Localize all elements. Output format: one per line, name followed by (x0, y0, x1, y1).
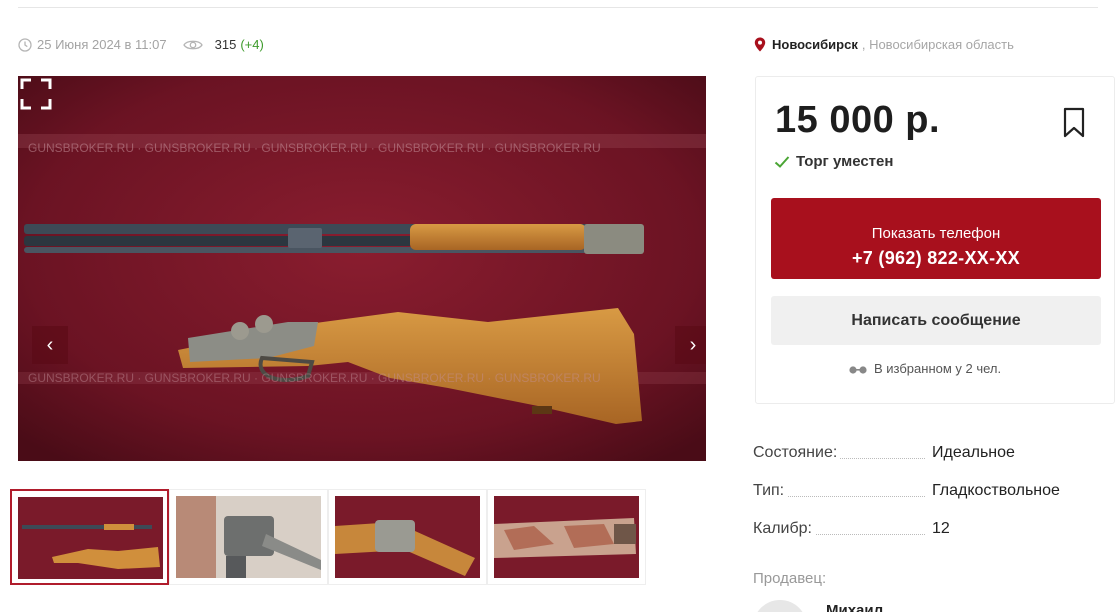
check-icon (774, 155, 790, 168)
spec-value: Гладкоствольное (932, 482, 1060, 499)
favorites-info: В избранном у 2 чел. (848, 361, 1001, 376)
write-message-button[interactable]: Написать сообщение (771, 296, 1101, 345)
thumbnail-image (18, 497, 163, 579)
main-photo[interactable]: GUNSBROKER.RU · GUNSBROKER.RU · GUNSBROK… (18, 76, 706, 461)
spec-value: Идеальное (932, 444, 1015, 461)
thumbnail-image (494, 496, 639, 578)
seller-name[interactable]: Михаил (826, 602, 883, 612)
thumbnail-strip (10, 489, 646, 585)
top-divider (18, 7, 1098, 8)
gallery-prev-button[interactable]: ‹ (32, 326, 68, 364)
location-pin-icon (754, 37, 766, 52)
thumbnail-2[interactable] (169, 489, 328, 585)
gallery-next-button[interactable]: › (675, 326, 706, 364)
location: Новосибирск , Новосибирская область (754, 37, 1014, 52)
spec-key: Тип: (753, 482, 788, 500)
show-phone-button[interactable]: Показать телефон +7 (962) 822-XX-XX (771, 198, 1101, 279)
thumbnail-3[interactable] (328, 489, 487, 585)
favorites-label: В избранном у 2 чел. (874, 361, 1002, 376)
haggle-note: Торг уместен (774, 153, 893, 170)
spec-row-condition: Состояние: Идеальное (753, 440, 1093, 478)
posted-date: 25 Июня 2024 в 11:07 (37, 37, 167, 52)
spec-value: 12 (932, 520, 950, 537)
shotgun-photo: GUNSBROKER.RU · GUNSBROKER.RU · GUNSBROK… (18, 76, 706, 461)
thumbnail-1[interactable] (10, 489, 169, 585)
avatar[interactable] (753, 600, 807, 612)
show-phone-label: Показать телефон (871, 224, 1001, 242)
price: 15 000 р. (775, 99, 941, 141)
thumbnail-image (335, 496, 480, 578)
phone-number: +7 (962) 822-XX-XX (852, 247, 1020, 268)
location-region: , Новосибирская область (861, 37, 1014, 52)
specs-list: Состояние: Идеальное Тип: Гладкоствольно… (753, 440, 1093, 554)
offer-card: 15 000 р. Торг уместен Показать телефон … (755, 76, 1115, 404)
chevron-right-icon: › (689, 333, 697, 356)
thumbnail-4[interactable] (487, 489, 646, 585)
chevron-left-icon: ‹ (46, 333, 54, 356)
views-delta: (+4) (240, 37, 264, 52)
location-city[interactable]: Новосибирск (772, 37, 858, 52)
spec-key: Состояние: (753, 444, 841, 462)
eye-icon (182, 40, 203, 49)
listing-meta: 25 Июня 2024 в 11:07 315 (+4) (18, 37, 264, 52)
glasses-icon (849, 365, 867, 374)
clock-icon (18, 37, 32, 52)
spec-row-caliber: Калибр: 12 (753, 516, 1093, 554)
fullscreen-icon[interactable] (18, 76, 54, 112)
seller-label: Продавец: (753, 570, 827, 587)
bookmark-icon[interactable] (1062, 107, 1086, 139)
svg-text:GUNSBROKER.RU · GUNSBROKER.RU: GUNSBROKER.RU · GUNSBROKER.RU · GUNSBROK… (28, 371, 601, 385)
svg-text:GUNSBROKER.RU · GUNSBROKER.RU: GUNSBROKER.RU · GUNSBROKER.RU · GUNSBROK… (28, 141, 601, 155)
spec-key: Калибр: (753, 520, 815, 538)
thumbnail-image (176, 496, 321, 578)
haggle-label: Торг уместен (796, 153, 894, 170)
views-count: 315 (214, 37, 237, 52)
spec-row-type: Тип: Гладкоствольное (753, 478, 1093, 516)
